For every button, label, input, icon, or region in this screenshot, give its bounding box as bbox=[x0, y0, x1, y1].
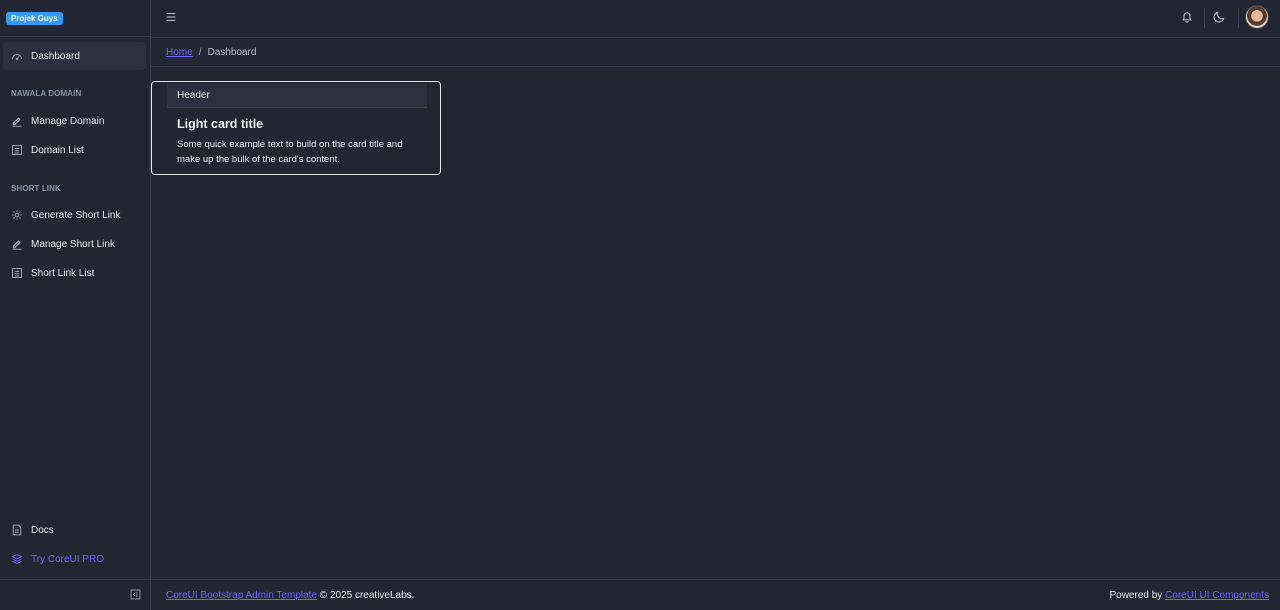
sidebar-item-short-link-list[interactable]: Short Link List bbox=[3, 259, 146, 287]
speedometer-icon bbox=[11, 50, 23, 62]
pencil-icon bbox=[11, 238, 23, 250]
breadcrumb-home-link[interactable]: Home bbox=[166, 47, 193, 58]
card-text: Some quick example text to build on the … bbox=[177, 139, 403, 165]
layers-icon bbox=[11, 553, 23, 565]
sidebar-toggler-icon[interactable] bbox=[130, 589, 141, 600]
hamburger-menu-icon[interactable] bbox=[165, 11, 177, 23]
sidebar-item-docs[interactable]: Docs bbox=[3, 516, 146, 544]
section-title-nawala-domain: NAWALA DOMAIN bbox=[11, 89, 82, 98]
card-header: Header bbox=[167, 84, 427, 108]
breadcrumb-separator: / bbox=[198, 46, 202, 58]
sidebar-item-generate-short-link[interactable]: Generate Short Link bbox=[3, 201, 146, 229]
sidebar-item-dashboard[interactable]: Dashboard bbox=[3, 42, 146, 70]
light-card: Header Light card title Some quick examp… bbox=[151, 81, 441, 175]
avatar[interactable] bbox=[1245, 5, 1269, 29]
sidebar-item-label: Docs bbox=[31, 524, 54, 536]
sidebar-item-manage-domain[interactable]: Manage Domain bbox=[3, 107, 146, 135]
brand-logo[interactable]: Projek Guys bbox=[6, 11, 63, 25]
breadcrumb-current: Dashboard bbox=[207, 46, 257, 58]
page-footer: CoreUI Bootstrap Admin Template © 2025 c… bbox=[151, 579, 1280, 610]
bell-icon[interactable] bbox=[1181, 10, 1193, 23]
sidebar-footer bbox=[0, 579, 150, 610]
footer-components-link[interactable]: CoreUI UI Components bbox=[1165, 590, 1269, 601]
footer-powered-by: Powered by bbox=[1109, 589, 1163, 601]
list-icon bbox=[11, 267, 23, 279]
pencil-icon bbox=[11, 115, 23, 127]
sidebar: Projek Guys Dashboard NAWALA DOMAIN Mana… bbox=[0, 0, 151, 610]
sidebar-item-label: Domain List bbox=[31, 144, 84, 156]
footer-template-link[interactable]: CoreUI Bootstrap Admin Template bbox=[166, 590, 317, 601]
moon-icon[interactable] bbox=[1213, 10, 1226, 23]
sidebar-item-manage-short-link[interactable]: Manage Short Link bbox=[3, 230, 146, 258]
section-title-short-link: SHORT LINK bbox=[11, 184, 61, 193]
sidebar-item-try-coreui-pro[interactable]: Try CoreUI PRO bbox=[3, 545, 146, 573]
sidebar-item-label: Dashboard bbox=[31, 50, 80, 62]
settings-icon bbox=[11, 209, 23, 221]
sidebar-item-label: Manage Short Link bbox=[31, 238, 115, 250]
top-header bbox=[151, 0, 1280, 38]
sidebar-item-label: Try CoreUI PRO bbox=[31, 553, 104, 565]
sidebar-item-label: Manage Domain bbox=[31, 115, 105, 127]
card-title: Light card title bbox=[177, 117, 264, 131]
sidebar-item-domain-list[interactable]: Domain List bbox=[3, 136, 146, 164]
footer-left: CoreUI Bootstrap Admin Template © 2025 c… bbox=[166, 590, 414, 601]
header-actions bbox=[1150, 0, 1280, 37]
footer-right: Powered by CoreUI UI Components bbox=[1109, 590, 1269, 601]
list-icon bbox=[11, 144, 23, 156]
header-divider bbox=[1238, 8, 1239, 28]
brand: Projek Guys bbox=[0, 0, 150, 37]
breadcrumb: Home / Dashboard bbox=[151, 38, 1280, 67]
document-icon bbox=[11, 524, 23, 536]
footer-copyright: © 2025 creativeLabs. bbox=[319, 589, 415, 601]
sidebar-item-label: Generate Short Link bbox=[31, 209, 121, 221]
sidebar-item-label: Short Link List bbox=[31, 267, 95, 279]
header-divider bbox=[1204, 8, 1205, 28]
